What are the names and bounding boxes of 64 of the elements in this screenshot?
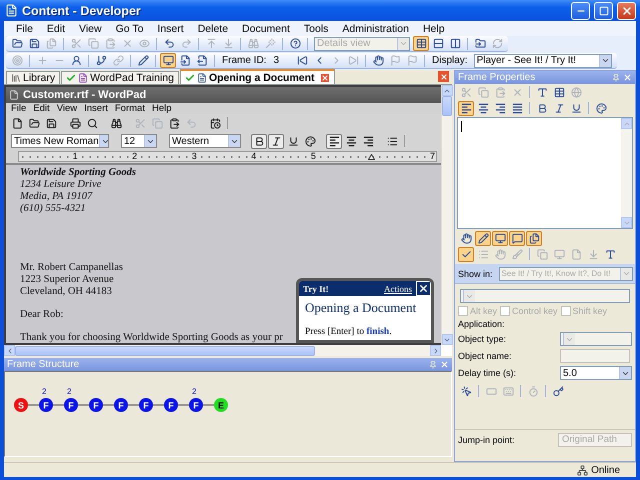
field-label: Jump-in point:	[458, 435, 515, 445]
address-line: (610) 555-4321	[20, 203, 86, 215]
menu-item[interactable]: View	[56, 103, 78, 114]
panel-header: Frame Properties	[455, 71, 635, 84]
actions-link[interactable]: Actions	[384, 282, 412, 294]
salutation: Dear Rob:	[20, 309, 64, 321]
menu-item[interactable]: Go To	[116, 22, 144, 34]
menu-item[interactable]: File	[16, 22, 33, 34]
wordpad-title: Customer.rtf - WordPad	[23, 89, 146, 101]
branch-count: 2	[192, 387, 196, 396]
menu-item[interactable]: Edit	[46, 22, 66, 34]
address-line: Mr. Robert Campanellas	[20, 262, 123, 274]
frame-node[interactable]: F	[164, 398, 178, 412]
menu-item[interactable]: Help	[422, 22, 445, 34]
body-text: Thank you for choosing Worldwide Sporting Goods as your pr	[20, 332, 283, 343]
branch-count: 2	[67, 387, 72, 396]
company-name: Worldwide Sporting Goods	[20, 167, 136, 179]
popup-instruction: Press [Enter] to finish.	[304, 326, 393, 339]
branch-count: 2	[42, 387, 46, 396]
field-label: Object type:	[458, 334, 508, 344]
frame-node[interactable]: F	[189, 398, 203, 412]
frame-node[interactable]: F	[114, 398, 128, 412]
menu-item[interactable]: Format	[114, 103, 145, 114]
frame-node[interactable]: F	[39, 398, 53, 412]
dropdown[interactable]: Player - See It! / Try It!	[474, 54, 612, 68]
menu-item[interactable]: Insert	[84, 103, 108, 114]
dropdown[interactable]: Western	[169, 134, 241, 148]
menu-item[interactable]: Document	[242, 22, 290, 34]
panel-header: Frame Structure	[4, 358, 452, 371]
frame-id-value: 3	[273, 55, 280, 66]
menu-item[interactable]: Administration	[342, 22, 409, 34]
menu-item[interactable]: Insert	[157, 22, 184, 34]
menu-item[interactable]: Tools	[304, 22, 328, 34]
status-text: Online	[591, 464, 620, 476]
field-label: Object name:	[458, 351, 513, 361]
ruler: 1 2 3 4 5 7	[18, 151, 437, 162]
address-line: 1234 Leisure Drive	[20, 179, 102, 191]
address-line: Cleveland, OH 44183	[20, 286, 112, 298]
dropdown[interactable]: 5.0	[560, 366, 632, 380]
window-title: Content - Developer	[22, 4, 142, 18]
document-tab[interactable]: WordPad Training	[61, 71, 179, 84]
document-tab[interactable]: Library	[6, 71, 60, 84]
frame-node[interactable]: F	[139, 398, 153, 412]
frame-node[interactable]: F	[89, 398, 103, 412]
menu-item[interactable]: File	[11, 103, 26, 114]
section-label: Application:	[458, 319, 506, 329]
end-node[interactable]: E	[214, 398, 228, 412]
menu-item[interactable]: Delete	[198, 22, 228, 34]
popup-header: Try It! Actions	[299, 281, 431, 296]
popup-title: Opening a Document	[304, 299, 418, 314]
address-line: Media, PA 19107	[20, 191, 92, 203]
field-label: Delay time (s):	[458, 368, 518, 378]
frame-node[interactable]: F	[64, 398, 78, 412]
dropdown[interactable]: 12	[121, 134, 157, 148]
toolbar-label: Display:	[432, 55, 468, 66]
toolbar-label: Frame ID:	[222, 55, 266, 66]
dropdown[interactable]: Times New Roman	[11, 134, 109, 148]
menu-item[interactable]: View	[79, 22, 102, 34]
start-node[interactable]: S	[14, 398, 28, 412]
document-tab[interactable]: Opening a Document	[180, 69, 335, 84]
menu-item[interactable]: Help	[152, 103, 172, 114]
menu-item[interactable]: Edit	[33, 103, 50, 114]
field-label: Show in:	[458, 268, 493, 278]
address-line: 1223 Superior Avenue	[20, 274, 114, 286]
